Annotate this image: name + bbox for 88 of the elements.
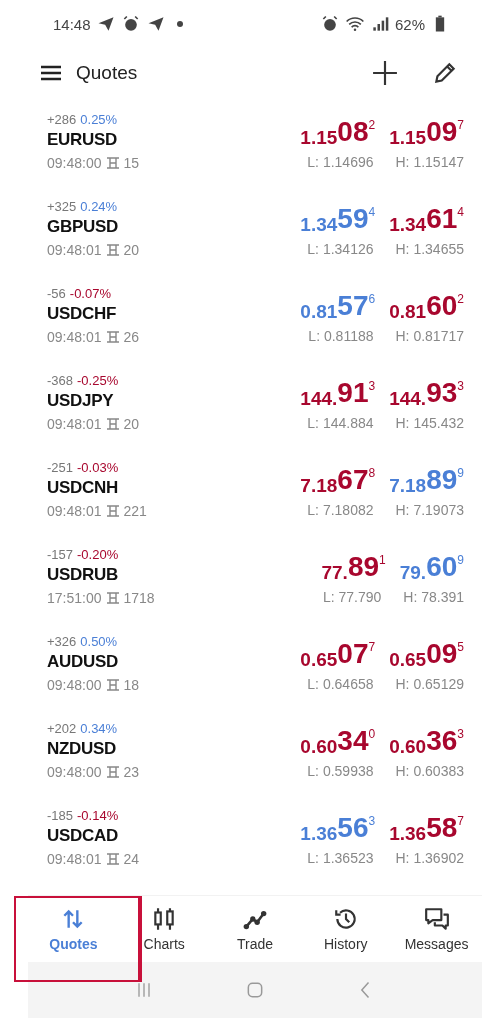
spread-icon: [105, 331, 120, 343]
quote-time: 09:48:01: [47, 329, 102, 345]
change-percent: -0.25%: [77, 373, 119, 388]
quote-time: 09:48:01: [47, 416, 102, 432]
change-points: -368: [47, 373, 74, 388]
symbol-name[interactable]: EURUSD: [47, 130, 140, 150]
spread-value: 15: [123, 155, 140, 171]
quote-time: 17:51:00: [47, 590, 102, 606]
symbol-name[interactable]: USDCNH: [47, 478, 147, 498]
high-price: H: 0.65129: [395, 676, 464, 692]
symbol-name[interactable]: AUDUSD: [47, 652, 140, 672]
change-points: +286: [47, 112, 77, 127]
spread-icon: [105, 766, 120, 778]
change-percent: -0.14%: [77, 808, 119, 823]
spread-value: 20: [123, 242, 140, 258]
nav-tab[interactable]: Quotes: [28, 896, 119, 962]
pencil-icon[interactable]: [432, 60, 458, 86]
symbol-name[interactable]: USDCAD: [47, 826, 140, 846]
high-price: H: 145.432: [395, 415, 464, 431]
quote-time: 09:48:01: [47, 503, 102, 519]
change-percent: -0.03%: [77, 460, 119, 475]
change-points: -157: [47, 547, 74, 562]
high-price: H: 1.15147: [395, 154, 464, 170]
spread-value: 18: [123, 677, 140, 693]
high-price: H: 0.81717: [395, 328, 464, 344]
home-icon[interactable]: [245, 980, 265, 1000]
quote-time: 09:48:00: [47, 155, 102, 171]
change-percent: 0.34%: [80, 721, 118, 736]
spread-value: 1718: [123, 590, 155, 606]
nav-tab[interactable]: Messages: [391, 896, 482, 962]
nav-tab[interactable]: Charts: [118, 896, 210, 962]
change-points: +202: [47, 721, 77, 736]
low-price: L: 0.59938: [307, 763, 374, 779]
change-points: +325: [47, 199, 77, 214]
spread-icon: [105, 505, 120, 517]
change-percent: -0.07%: [69, 286, 111, 301]
nav-tab[interactable]: History: [300, 896, 392, 962]
symbol-name[interactable]: USDCHF: [47, 304, 140, 324]
change-percent: 0.24%: [80, 199, 118, 214]
low-price: L: 0.81188: [308, 328, 374, 344]
high-price: H: 1.34655: [395, 241, 464, 257]
spread-icon: [105, 853, 120, 865]
change-percent: -0.20%: [77, 547, 119, 562]
screen-title: Quotes: [76, 62, 139, 84]
spread-icon: [105, 418, 120, 430]
spread-value: 24: [123, 851, 140, 867]
low-price: L: 1.36523: [307, 850, 374, 866]
menu-icon[interactable]: [40, 65, 62, 81]
spread-value: 221: [123, 503, 147, 519]
quote-time: 09:48:00: [47, 764, 102, 780]
low-price: L: 0.64658: [307, 676, 374, 692]
spread-value: 20: [123, 416, 140, 432]
quote-time: 09:48:00: [47, 677, 102, 693]
spread-icon: [105, 244, 120, 256]
wifi-icon: [344, 14, 365, 34]
chat-icon: [423, 906, 450, 932]
symbol-name[interactable]: GBPUSD: [47, 217, 140, 237]
symbol-name[interactable]: USDJPY: [47, 391, 140, 411]
low-price: L: 144.884: [307, 415, 374, 431]
low-price: L: 1.14696: [307, 154, 374, 170]
spread-icon: [105, 592, 120, 604]
status-time: 14:48: [53, 15, 91, 33]
change-points: -185: [47, 808, 74, 823]
change-points: -56: [47, 286, 66, 301]
low-price: L: 7.18082: [307, 502, 374, 518]
change-points: -251: [47, 460, 74, 475]
dot-icon: [176, 21, 183, 27]
low-price: L: 77.790: [322, 589, 382, 605]
history-icon: [332, 906, 359, 932]
spread-value: 23: [123, 764, 140, 780]
quote-time: 09:48:01: [47, 851, 102, 867]
spread-value: 26: [123, 329, 140, 345]
symbol-name[interactable]: NZDUSD: [47, 739, 140, 759]
spread-icon: [105, 157, 120, 169]
change-points: +326: [47, 634, 77, 649]
high-price: H: 0.60383: [395, 763, 464, 779]
add-icon[interactable]: [372, 60, 398, 86]
change-percent: 0.50%: [80, 634, 118, 649]
nav-tab[interactable]: Trade: [209, 896, 301, 962]
high-price: H: 1.36902: [395, 850, 464, 866]
low-price: L: 1.34126: [307, 241, 374, 257]
high-price: H: 78.391: [403, 589, 464, 605]
high-price: H: 7.19073: [395, 502, 464, 518]
battery-percent: 62%: [394, 15, 425, 33]
spread-icon: [105, 679, 120, 691]
quote-time: 09:48:01: [47, 242, 102, 258]
change-percent: 0.25%: [80, 112, 118, 127]
symbol-name[interactable]: USDRUB: [47, 565, 155, 585]
